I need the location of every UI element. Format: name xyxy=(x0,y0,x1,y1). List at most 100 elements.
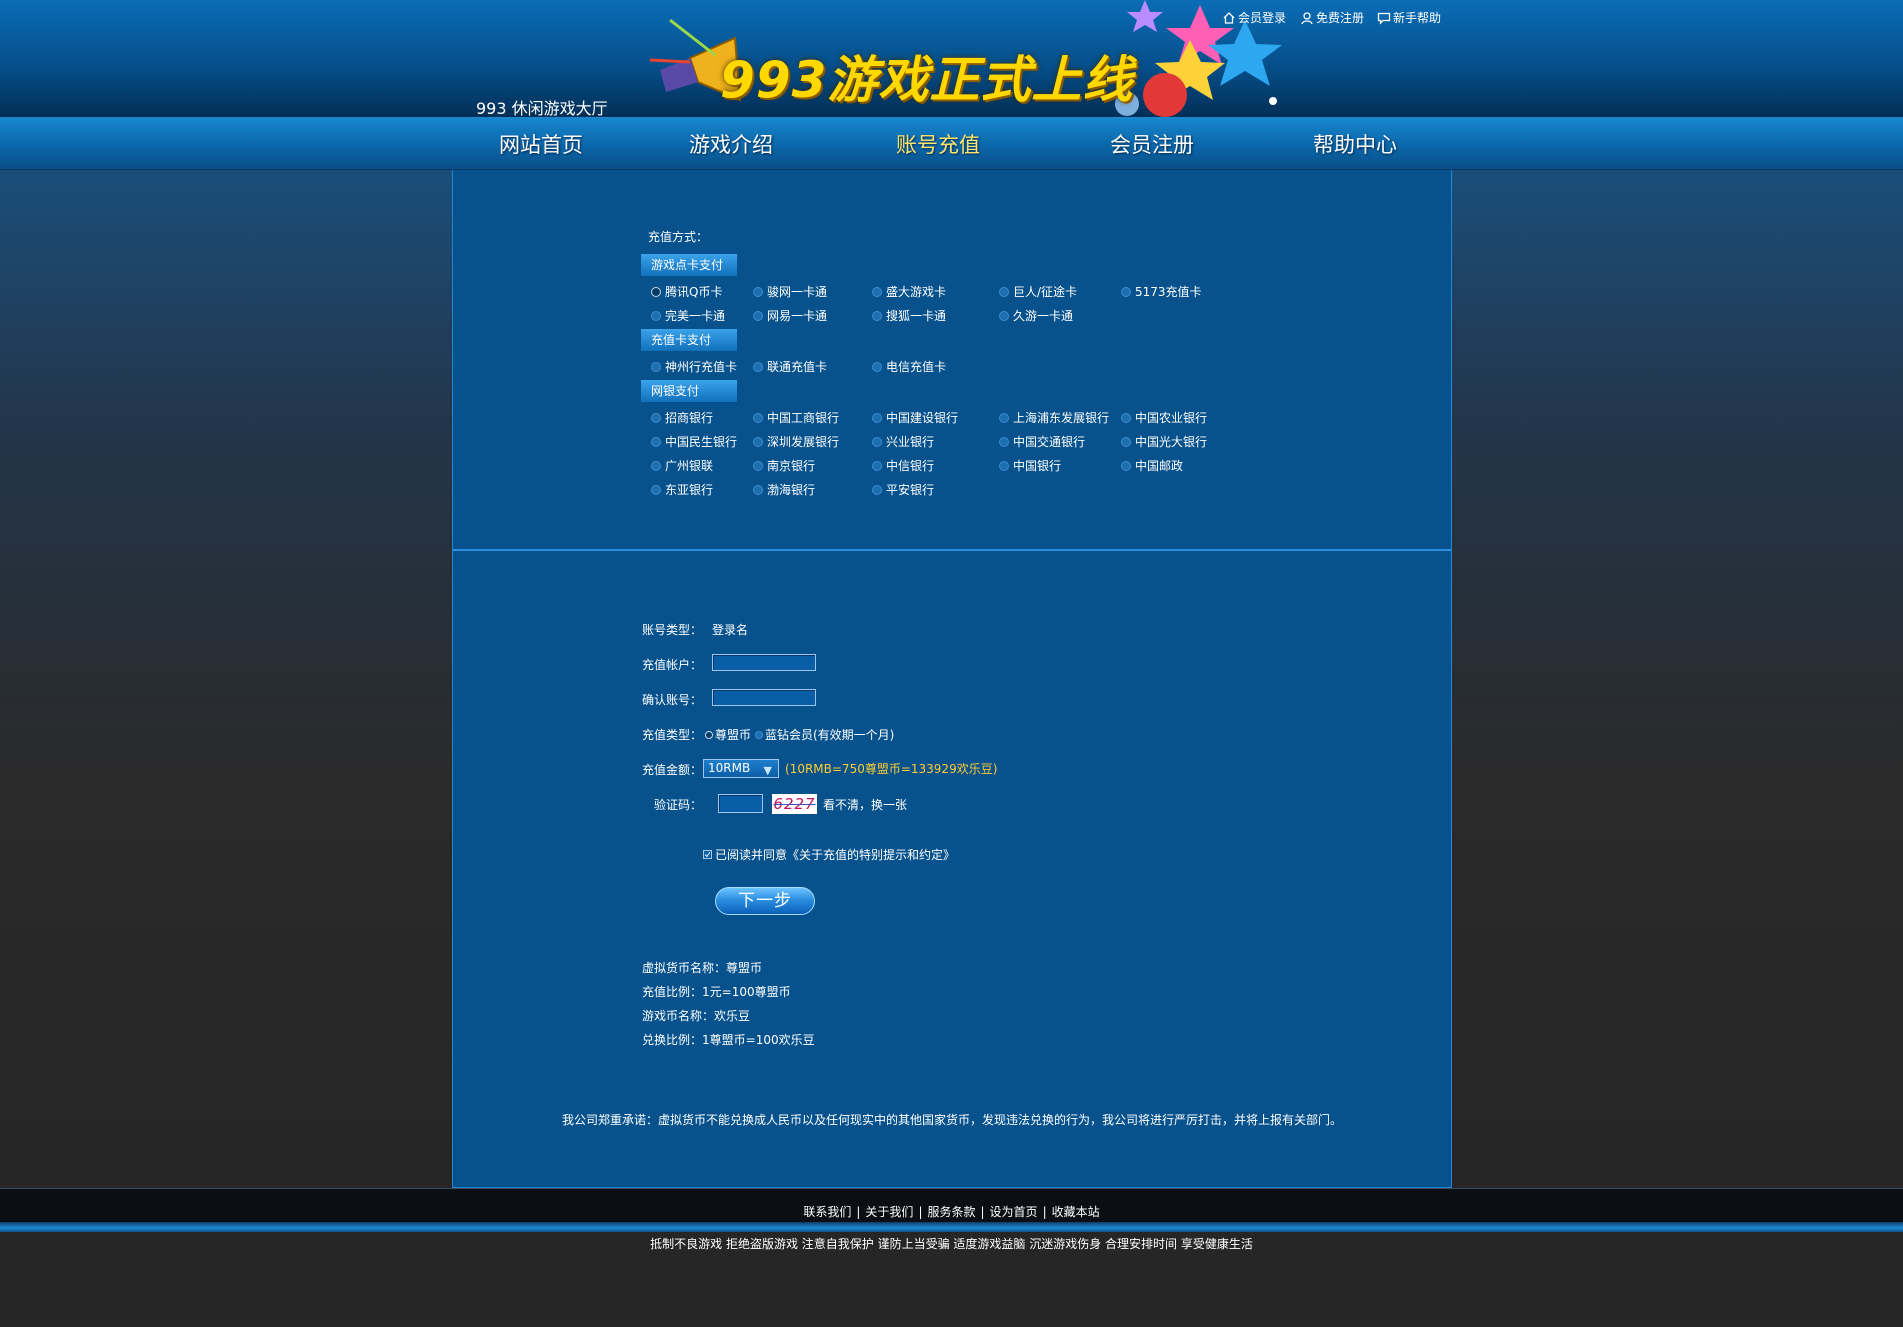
payment-option[interactable]: 中国建设银行 xyxy=(872,409,958,426)
section-divider xyxy=(453,549,1451,551)
payment-option[interactable]: 腾讯Q币卡 xyxy=(651,283,722,300)
recharge-panel: 充值方式： 游戏点卡支付 腾讯Q币卡 骏网一卡通 盛大游戏卡 巨人/征途卡 51… xyxy=(452,170,1452,1188)
payment-option[interactable]: 盛大游戏卡 xyxy=(872,283,946,300)
nav-item-help[interactable]: 帮助中心 xyxy=(1313,129,1397,159)
payment-option[interactable]: 联通充值卡 xyxy=(753,358,827,375)
radio-icon xyxy=(1121,436,1131,447)
newbie-help-label: 新手帮助 xyxy=(1393,11,1442,25)
payment-option[interactable]: 兴业银行 xyxy=(872,433,934,450)
payment-option[interactable]: 久游一卡通 xyxy=(999,307,1073,324)
account-input[interactable] xyxy=(712,654,816,671)
payment-option[interactable]: 深圳发展银行 xyxy=(753,433,839,450)
payment-option[interactable]: 搜狐一卡通 xyxy=(872,307,946,324)
payment-option[interactable]: 中国农业银行 xyxy=(1121,409,1207,426)
footer-link-contact[interactable]: 联系我们 xyxy=(803,1205,851,1219)
radio-icon xyxy=(651,436,661,447)
radio-icon xyxy=(999,460,1009,471)
captcha-image[interactable]: 6227 xyxy=(772,794,817,814)
newbie-help-link[interactable]: 新手帮助 xyxy=(1377,9,1441,26)
payment-option[interactable]: 中国银行 xyxy=(999,457,1061,474)
payment-option[interactable]: 上海浦东发展银行 xyxy=(999,409,1109,426)
health-tip: 抵制不良游戏 拒绝盗版游戏 注意自我保护 谨防上当受骗 适度游戏益脑 沉迷游戏伤… xyxy=(650,1237,1253,1251)
payment-option[interactable]: 东亚银行 xyxy=(651,481,713,498)
payment-option[interactable]: 广州银联 xyxy=(651,457,713,474)
radio-icon xyxy=(755,730,763,739)
rate-note: (10RMB=750尊盟币=133929欢乐豆) xyxy=(785,762,998,776)
agree-text: 已阅读并同意《关于充值的特别提示和约定》 xyxy=(715,848,956,862)
member-login-label: 会员登录 xyxy=(1238,11,1287,25)
payment-option[interactable]: 中国交通银行 xyxy=(999,433,1085,450)
payment-option[interactable]: 骏网一卡通 xyxy=(753,283,827,300)
payment-option[interactable]: 5173充值卡 xyxy=(1121,283,1202,300)
radio-icon xyxy=(651,310,661,321)
footer-link-bookmark[interactable]: 收藏本站 xyxy=(1052,1205,1100,1219)
payment-option[interactable]: 中国工商银行 xyxy=(753,409,839,426)
payment-method-label: 充值方式： xyxy=(648,230,709,244)
payment-option[interactable]: 网易一卡通 xyxy=(753,307,827,324)
payment-option[interactable]: 中国民生银行 xyxy=(651,433,737,450)
payment-option[interactable]: 完美一卡通 xyxy=(651,307,725,324)
chat-icon xyxy=(1377,12,1391,25)
footer-link-about[interactable]: 关于我们 xyxy=(865,1205,913,1219)
radio-icon xyxy=(999,310,1009,321)
banner-title: 993游戏正式上线 xyxy=(720,51,1134,109)
radio-icon xyxy=(999,286,1009,297)
radio-icon xyxy=(651,484,661,495)
agree-checkbox[interactable] xyxy=(703,850,712,859)
nav-item-register[interactable]: 会员注册 xyxy=(1110,129,1194,159)
info-line: 兑换比例：1尊盟币=100欢乐豆 xyxy=(642,1033,815,1047)
radio-icon xyxy=(872,361,882,372)
account-type-value: 登录名 xyxy=(712,623,749,637)
section-tab-recharge-card: 充值卡支付 xyxy=(641,329,737,351)
member-login-link[interactable]: 会员登录 xyxy=(1222,9,1286,26)
site-name: 993 休闲游戏大厅 xyxy=(476,99,608,118)
user-icon xyxy=(1301,11,1313,24)
radio-icon xyxy=(753,484,763,495)
radio-icon xyxy=(651,412,661,423)
payment-option[interactable]: 巨人/征途卡 xyxy=(999,283,1077,300)
payment-option[interactable]: 招商银行 xyxy=(651,409,713,426)
radio-icon xyxy=(999,436,1009,447)
nav-item-home[interactable]: 网站首页 xyxy=(499,129,583,159)
section-tab-online-bank: 网银支付 xyxy=(641,380,737,402)
refresh-captcha-link[interactable]: 看不清，换一张 xyxy=(823,796,907,813)
type-option-zunmeng[interactable]: 尊盟币 xyxy=(705,726,751,743)
account-label: 充值帐户： xyxy=(642,658,703,672)
payment-option[interactable]: 中国邮政 xyxy=(1121,457,1183,474)
payment-option[interactable]: 渤海银行 xyxy=(753,481,815,498)
footer-link-terms[interactable]: 服务条款 xyxy=(927,1205,975,1219)
nav-item-recharge[interactable]: 账号充值 xyxy=(896,129,980,159)
radio-icon xyxy=(999,412,1009,423)
nav-item-game-intro[interactable]: 游戏介绍 xyxy=(689,129,773,159)
main-nav: 网站首页 游戏介绍 账号充值 会员注册 帮助中心 xyxy=(0,117,1903,170)
radio-icon xyxy=(872,436,882,447)
next-step-button[interactable]: 下一步 xyxy=(715,887,815,915)
info-line: 虚拟货币名称：尊盟币 xyxy=(642,961,763,975)
free-register-label: 免费注册 xyxy=(1316,11,1365,25)
captcha-input[interactable] xyxy=(718,794,763,813)
amount-select[interactable]: 10RMB ▼ xyxy=(703,759,779,778)
radio-icon xyxy=(872,460,882,471)
payment-option[interactable]: 中国光大银行 xyxy=(1121,433,1207,450)
radio-icon xyxy=(753,412,763,423)
radio-icon xyxy=(1121,286,1131,297)
type-option-bluediamond[interactable]: 蓝钻会员(有效期一个月) xyxy=(755,726,894,743)
radio-icon xyxy=(651,361,661,372)
chevron-down-icon: ▼ xyxy=(763,764,772,777)
banner: 993游戏正式上线 xyxy=(630,0,1290,117)
confirm-account-input[interactable] xyxy=(712,689,816,706)
payment-option[interactable]: 神州行充值卡 xyxy=(651,358,737,375)
payment-option[interactable]: 电信充值卡 xyxy=(872,358,946,375)
free-register-link[interactable]: 免费注册 xyxy=(1300,9,1364,26)
footer-link-set-home[interactable]: 设为首页 xyxy=(990,1205,1038,1219)
radio-icon xyxy=(1121,460,1131,471)
legal-notice: 我公司郑重承诺：虚拟货币不能兑换成人民币以及任何现实中的其他国家货币，发现违法兑… xyxy=(561,1113,1342,1127)
payment-option[interactable]: 南京银行 xyxy=(753,457,815,474)
radio-icon xyxy=(872,484,882,495)
home-icon xyxy=(1223,11,1235,24)
checkmark-icon xyxy=(704,851,711,858)
radio-icon xyxy=(705,730,713,739)
payment-option[interactable]: 中信银行 xyxy=(872,457,934,474)
payment-option[interactable]: 平安银行 xyxy=(872,481,934,498)
radio-icon xyxy=(753,310,763,321)
